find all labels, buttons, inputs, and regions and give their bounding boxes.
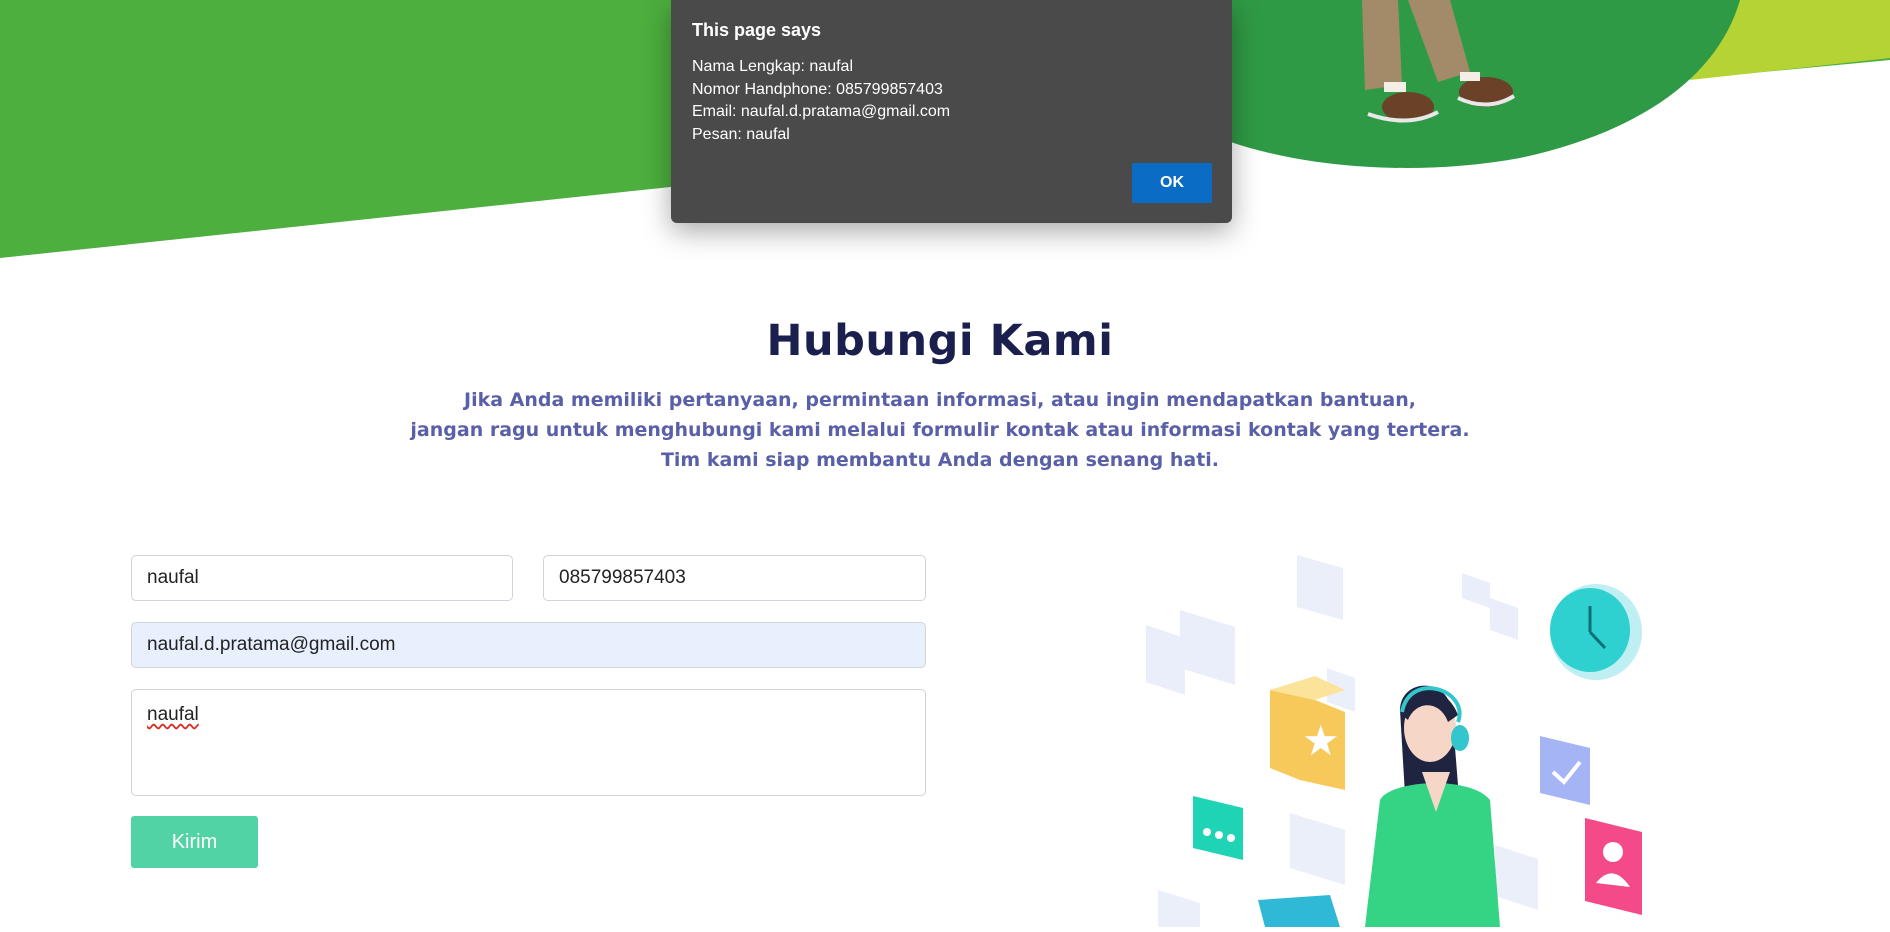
description-line: Jika Anda memiliki pertanyaan, permintaa… (464, 389, 1416, 411)
dialog-ok-button[interactable]: OK (1132, 163, 1212, 203)
description-line: jangan ragu untuk menghubungi kami melal… (410, 419, 1470, 441)
star-card-icon: ★ (1270, 676, 1345, 790)
phone-number-input[interactable] (543, 555, 926, 601)
contact-description: Jika Anda memiliki pertanyaan, permintaa… (0, 385, 1880, 475)
clock-icon (1550, 584, 1642, 680)
description-line: Tim kami siap membantu Anda dengan senan… (660, 449, 1220, 471)
page-title: Hubungi Kami (766, 316, 1114, 366)
svg-text:★: ★ (1302, 716, 1340, 765)
checkmark-card-icon (1540, 736, 1590, 805)
dialog-message: Nama Lengkap: naufal Nomor Handphone: 08… (692, 56, 950, 146)
dialog-title: This page says (692, 20, 822, 40)
alert-dialog: This page says Nama Lengkap: naufal Nomo… (671, 0, 1232, 223)
dialog-line-message: Pesan: naufal (692, 125, 790, 143)
dialog-line-full-name: Nama Lengkap: naufal (692, 58, 853, 75)
customer-service-illustration: ★ (1140, 550, 1680, 927)
user-profile-card-icon (1585, 818, 1642, 915)
full-name-input[interactable] (131, 555, 513, 601)
message-textarea[interactable]: naufal (131, 689, 926, 796)
message-text: naufal (147, 704, 199, 725)
email-input[interactable] (131, 622, 926, 668)
chat-bubble-icon (1193, 796, 1243, 860)
submit-button[interactable]: Kirim (131, 816, 258, 868)
dialog-line-email: Email: naufal.d.pratama@gmail.com (692, 103, 951, 120)
dialog-line-phone: Nomor Handphone: 085799857403 (692, 80, 943, 98)
